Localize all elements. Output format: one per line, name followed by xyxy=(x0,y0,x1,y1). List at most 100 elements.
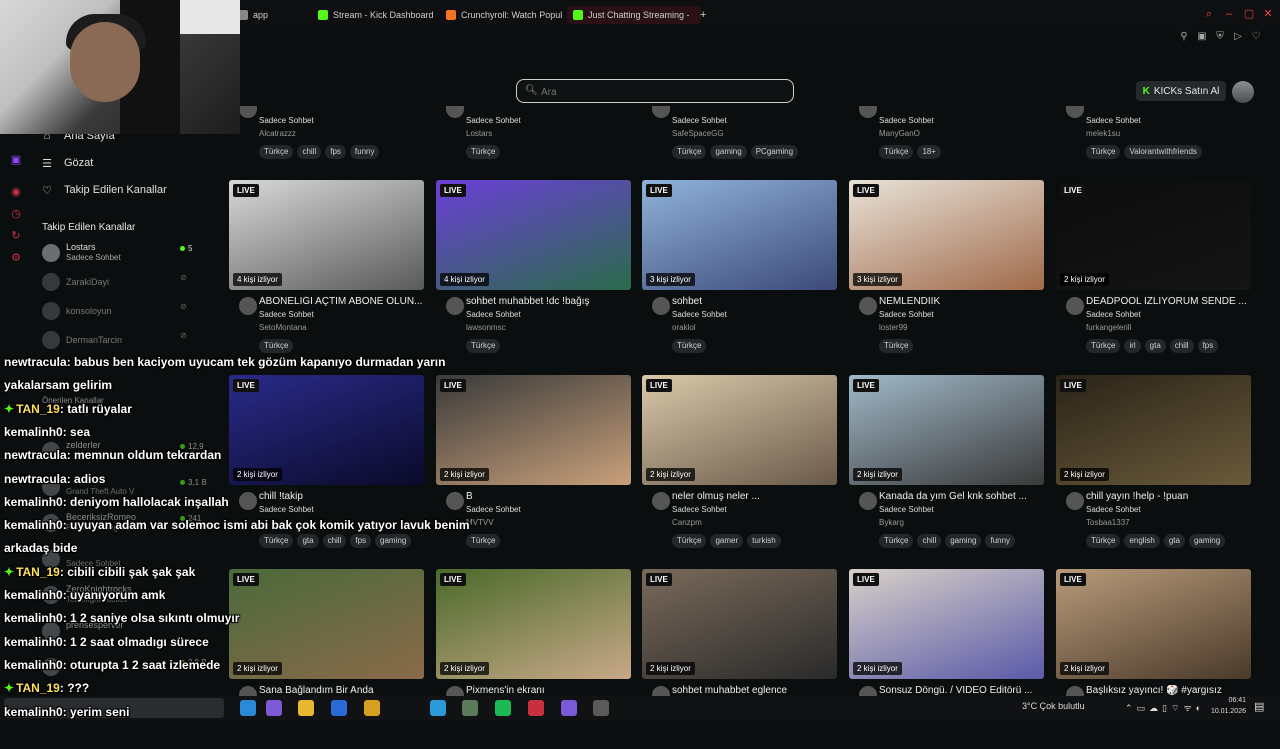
channel-avatar[interactable] xyxy=(859,492,877,510)
stream-thumbnail[interactable]: LIVE 2 kişi izliyor xyxy=(436,375,631,485)
stream-tag[interactable]: gamer xyxy=(710,534,744,548)
stream-tag[interactable]: Türkçe xyxy=(1086,534,1121,548)
record-icon[interactable]: ◉ xyxy=(9,185,23,199)
stream-card[interactable]: LIVE 2 kişi izliyor sohbet muhabbet eglenc… xyxy=(642,569,839,749)
search-bar[interactable]: 🔍︎ xyxy=(516,79,794,103)
channel-avatar[interactable] xyxy=(1066,297,1084,315)
store-icon[interactable] xyxy=(462,700,478,716)
stream-title[interactable]: ABONELİĞİ AÇTIM ABONE OLUN... xyxy=(259,296,426,308)
stream-username[interactable]: Lostars xyxy=(466,129,492,138)
stream-username[interactable]: Alcatrazzz xyxy=(259,129,296,138)
channel-avatar[interactable] xyxy=(859,106,877,118)
browser-icon[interactable] xyxy=(561,700,577,716)
pin-icon[interactable]: ⚲ xyxy=(1178,31,1190,43)
stream-tag[interactable]: chill xyxy=(1169,339,1194,353)
stream-tag[interactable]: Türkçe xyxy=(1086,339,1121,353)
stream-thumbnail[interactable]: LIVE 4 kişi izliyor xyxy=(436,180,631,290)
stream-card[interactable]: LIVE 2 kişi izliyor Sana Bağlandım Bir And… xyxy=(229,569,426,749)
stream-thumbnail[interactable]: LIVE 2 kişi izliyor xyxy=(849,569,1044,679)
settings-icon[interactable]: ⚙ xyxy=(9,251,23,265)
channel-avatar[interactable] xyxy=(652,492,670,510)
stream-card[interactable]: LIVE 4 kişi izliyor sohbet muhabbet !dc !b… xyxy=(436,180,633,360)
minimize-icon[interactable]: – xyxy=(1223,8,1235,20)
search-tabs-icon[interactable]: ⌕ xyxy=(1203,8,1215,20)
sidebar-nav-heart[interactable]: ♡ Takip Edilen Kanallar xyxy=(40,180,167,200)
stream-title[interactable]: sohbet muhabbet !dc !bağış xyxy=(466,296,633,308)
channel-avatar[interactable] xyxy=(652,106,670,118)
stream-title[interactable]: DEADPOOL İZLİYORUM SENDE ... xyxy=(1086,296,1253,308)
followed-channel[interactable]: konsoloyun ⊘ xyxy=(42,300,192,322)
browser-tab[interactable]: Just Chatting Streaming - xyxy=(567,6,701,24)
stream-tag[interactable]: Valorantwithfriends xyxy=(1124,145,1202,159)
channel-avatar[interactable] xyxy=(446,492,464,510)
stream-category[interactable]: Sadece Sohbet xyxy=(466,116,521,125)
copilot-icon[interactable] xyxy=(266,700,282,716)
followed-channel[interactable]: DermanTarcin ⊘ xyxy=(42,329,192,351)
stream-thumbnail[interactable]: LIVE 2 kişi izliyor xyxy=(642,569,837,679)
channel-avatar[interactable] xyxy=(239,492,257,510)
stream-tag[interactable]: chill xyxy=(917,534,942,548)
stream-tag[interactable]: chill xyxy=(322,534,347,548)
browser-tab[interactable]: Crunchyroll: Watch Popul xyxy=(440,6,576,24)
stream-username[interactable]: ManyGanO xyxy=(879,129,920,138)
stream-card[interactable]: LIVE 2 kişi izliyor Pixmens'in ekranı xyxy=(436,569,633,749)
spotify-icon[interactable] xyxy=(495,700,511,716)
stream-category[interactable]: Sadece Sohbet xyxy=(259,310,314,319)
outlook-icon[interactable] xyxy=(331,700,347,716)
stream-tag[interactable]: turkish xyxy=(747,534,781,548)
channel-avatar[interactable] xyxy=(239,297,257,315)
channel-avatar[interactable] xyxy=(859,297,877,315)
channel-avatar[interactable] xyxy=(239,106,257,118)
channel-avatar[interactable] xyxy=(446,297,464,315)
close-icon[interactable]: ✕ xyxy=(1262,8,1274,20)
stream-tag[interactable]: fps xyxy=(325,145,346,159)
clock-date[interactable]: 10.01.2026 xyxy=(1206,708,1246,715)
stream-tag[interactable]: english xyxy=(1124,534,1160,548)
stream-title[interactable]: B xyxy=(466,491,633,503)
stream-tag[interactable]: Türkçe xyxy=(466,145,501,159)
stream-tag[interactable]: Türkçe xyxy=(1086,145,1121,159)
stream-username[interactable]: Canzpm xyxy=(672,518,702,527)
stream-tag[interactable]: fps xyxy=(1197,339,1219,353)
stream-tag[interactable]: chill xyxy=(297,145,322,159)
followed-channel[interactable]: Lostars Sadece Sohbet 5 xyxy=(42,242,192,264)
stream-category[interactable]: Sadece Sohbet xyxy=(466,310,521,319)
stream-card[interactable]: LIVE 2 kişi izliyor chill yayın !help - !p… xyxy=(1056,375,1253,555)
stream-thumbnail[interactable]: LIVE 2 kişi izliyor xyxy=(436,569,631,679)
stream-card[interactable]: LIVE 2 kişi izliyor Sonsuz Döngü. / VİDEO … xyxy=(849,569,1046,749)
stream-thumbnail[interactable]: LIVE 2 kişi izliyor xyxy=(229,569,424,679)
stream-tag[interactable]: gta xyxy=(1163,534,1185,548)
stream-tag[interactable]: irl xyxy=(1124,339,1141,353)
heart-icon[interactable]: ♡ xyxy=(1250,31,1262,43)
stream-title[interactable]: chill !takip xyxy=(259,491,426,503)
stream-thumbnail[interactable]: LIVE 2 kişi izliyor xyxy=(1056,180,1251,290)
stream-tag[interactable]: fps xyxy=(350,534,372,548)
stream-category[interactable]: Sadece Sohbet xyxy=(672,310,727,319)
clock-time[interactable]: 06:41 xyxy=(1206,697,1246,704)
stream-tag[interactable]: gaming xyxy=(375,534,412,548)
refresh-icon[interactable]: ↻ xyxy=(9,229,23,243)
browser-tab[interactable]: Stream - Kick Dashboard xyxy=(312,6,448,24)
stream-card[interactable]: LIVE 2 kişi izliyor DEADPOOL İZLİYORUM SEN… xyxy=(1056,180,1253,360)
stream-thumbnail[interactable]: LIVE 3 kişi izliyor xyxy=(849,180,1044,290)
stream-tag[interactable]: gta xyxy=(1144,339,1166,353)
stream-tag[interactable]: gaming xyxy=(945,534,982,548)
stream-card[interactable]: LIVE 4 kişi izliyor ABONELİĞİ AÇTIM ABONE … xyxy=(229,180,426,360)
stream-tag[interactable]: Türkçe xyxy=(672,339,707,353)
stream-thumbnail[interactable]: LIVE 3 kişi izliyor xyxy=(642,180,837,290)
edge-icon[interactable] xyxy=(430,700,446,716)
stream-category[interactable]: Sadece Sohbet xyxy=(1086,310,1141,319)
stream-category[interactable]: Sadece Sohbet xyxy=(879,505,934,514)
stream-thumbnail[interactable]: LIVE 2 kişi izliyor xyxy=(1056,375,1251,485)
twitch-icon[interactable]: ▣ xyxy=(9,153,23,167)
stream-tag[interactable]: funny xyxy=(349,145,380,159)
stream-username[interactable]: lawsonmsc xyxy=(466,323,506,332)
stream-tag[interactable]: Türkçe xyxy=(879,534,914,548)
stream-tag[interactable]: Türkçe xyxy=(672,145,707,159)
system-tray-icons[interactable]: ⌃▭☁▯⌔ᯤ◐ xyxy=(1125,701,1205,714)
buy-kicks-button[interactable]: K KICKs Satın Al xyxy=(1136,81,1226,101)
stream-title[interactable]: Kanada da yım Gel knk sohbet ... xyxy=(879,491,1046,503)
stream-tag[interactable]: 18+ xyxy=(917,145,942,159)
stream-card[interactable]: LIVE 2 kişi izliyor Başlıksız yayıncı! 🎲 #… xyxy=(1056,569,1253,749)
stream-tag[interactable]: gaming xyxy=(710,145,747,159)
